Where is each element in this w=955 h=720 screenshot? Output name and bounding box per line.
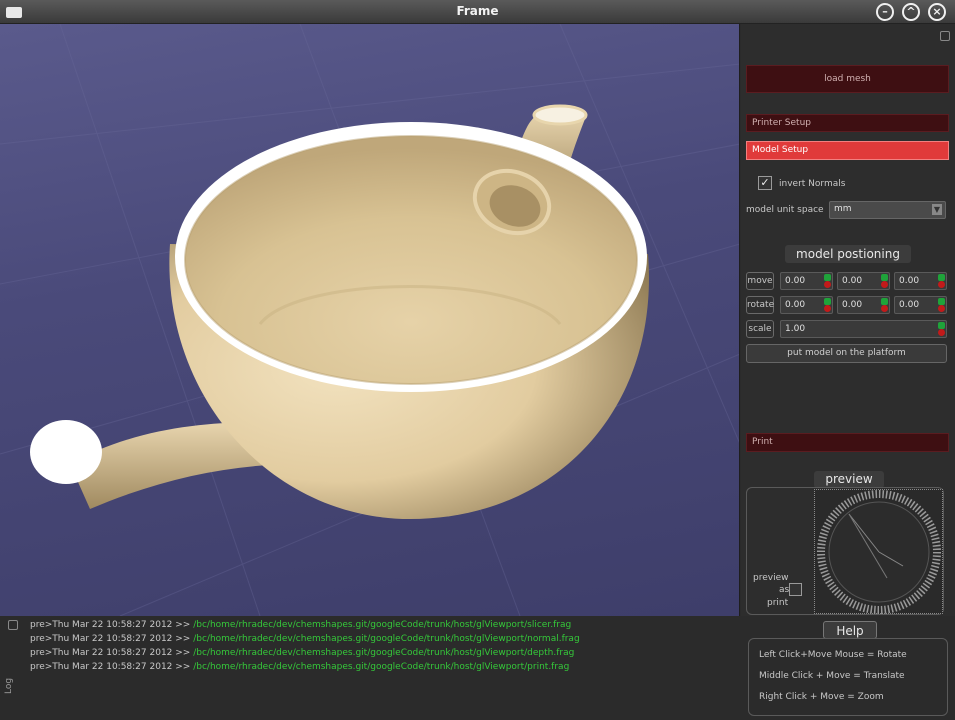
decrement-icon [938,305,945,312]
increment-icon [938,298,945,305]
minimize-icon[interactable]: – [876,3,894,21]
print-button[interactable]: Print [746,433,949,452]
teapot-scene [0,24,739,616]
decrement-icon [824,305,831,312]
help-panel: Help Left Click+Move Mouse = Rotate Midd… [742,616,955,720]
model-positioning-title: model postioning [785,245,911,263]
move-x-input[interactable]: 0.00 [780,272,833,290]
preview-box: preview as print [746,487,944,615]
load-mesh-button[interactable]: load mesh [746,65,949,93]
undock-log-icon[interactable] [8,620,18,630]
undock-panel-icon[interactable] [940,31,950,41]
log-line: pre>Thu Mar 22 10:58:27 2012 >> /bc/home… [30,620,572,630]
control-panel: load mesh Printer Setup Model Setup ✓ in… [741,24,955,616]
move-label: move [746,272,774,290]
3d-viewport[interactable] [0,24,740,616]
preview-dial [817,490,941,614]
preview-as-print-label-3: print [767,598,789,608]
title-bar: Frame – ^ × [0,0,955,24]
printer-setup-button[interactable]: Printer Setup [746,114,949,132]
chevron-down-icon: ▼ [932,204,942,215]
decrement-icon [938,281,945,288]
rotate-z-input[interactable]: 0.00 [894,296,947,314]
log-panel: Log pre>Thu Mar 22 10:58:27 2012 >> /bc/… [0,616,742,720]
log-line: pre>Thu Mar 22 10:58:27 2012 >> /bc/home… [30,662,570,672]
increment-icon [824,298,831,305]
invert-normals-checkbox[interactable]: ✓ [758,176,772,190]
model-unit-space-select[interactable]: mm ▼ [829,201,946,219]
increment-icon [938,322,945,329]
maximize-icon[interactable]: ^ [902,3,920,21]
increment-icon [881,298,888,305]
rotate-label: rotate [746,296,774,314]
increment-icon [881,274,888,281]
preview-canvas [814,489,943,614]
decrement-icon [938,329,945,336]
put-model-on-platform-button[interactable]: put model on the platform [746,344,947,363]
move-y-input[interactable]: 0.00 [837,272,890,290]
scale-label: scale [746,320,774,338]
preview-as-print-label-2: as [779,585,790,595]
log-line: pre>Thu Mar 22 10:58:27 2012 >> /bc/home… [30,648,575,658]
window-title: Frame [456,4,499,18]
increment-icon [824,274,831,281]
app-window: Frame – ^ × load mesh Printer Setup Mode… [0,0,955,720]
preview-as-print-label-1: preview [753,573,789,583]
move-z-input[interactable]: 0.00 [894,272,947,290]
model-unit-space-value: mm [834,204,852,214]
help-line-translate: Middle Click + Move = Translate [759,671,905,681]
help-box: Left Click+Move Mouse = Rotate Middle Cl… [748,638,948,716]
preview-as-print-checkbox[interactable] [789,583,802,596]
decrement-icon [824,281,831,288]
close-icon[interactable]: × [928,3,946,21]
help-line-rotate: Left Click+Move Mouse = Rotate [759,650,907,660]
log-line: pre>Thu Mar 22 10:58:27 2012 >> /bc/home… [30,634,580,644]
increment-icon [938,274,945,281]
rotate-x-input[interactable]: 0.00 [780,296,833,314]
help-title: Help [823,621,877,639]
model-unit-space-label: model unit space [746,205,824,215]
invert-normals-label: invert Normals [779,179,846,189]
scale-input[interactable]: 1.00 [780,320,947,338]
decrement-icon [881,305,888,312]
log-label: Log [4,677,14,694]
help-line-zoom: Right Click + Move = Zoom [759,692,884,702]
model-setup-button[interactable]: Model Setup [746,141,949,160]
rotate-y-input[interactable]: 0.00 [837,296,890,314]
preview-title: preview [814,471,884,488]
decrement-icon [881,281,888,288]
